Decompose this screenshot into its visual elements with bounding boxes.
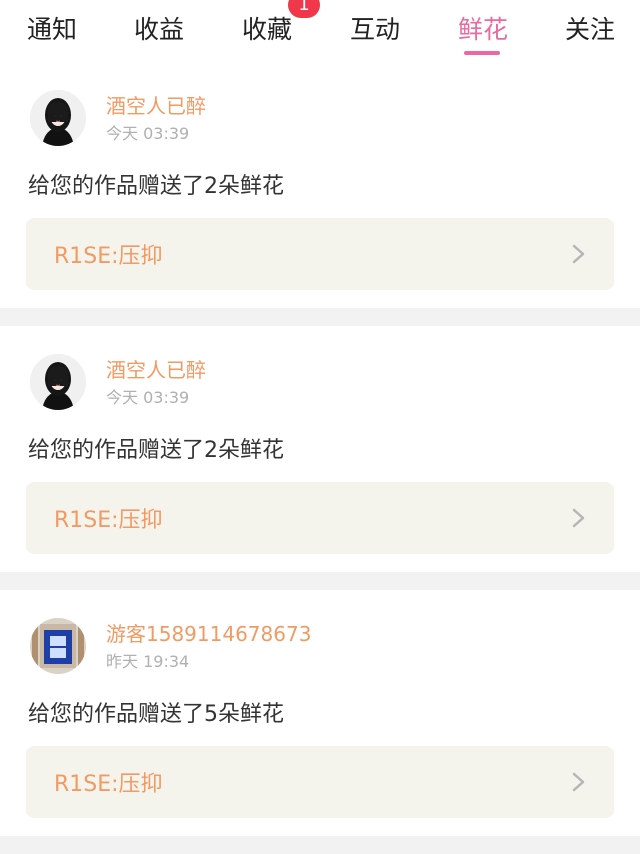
chevron-right-icon (572, 508, 585, 528)
tab-notice[interactable]: 通知 (7, 10, 97, 50)
tab-label: 收益 (133, 15, 184, 44)
avatar[interactable] (30, 618, 86, 674)
tab-label: 互动 (349, 15, 400, 44)
notification-card: 游客1589114678673 昨天 19:34 给您的作品赠送了5朵鲜花 R1… (0, 590, 640, 836)
work-title: R1SE:压抑 (54, 244, 163, 269)
work-title: R1SE:压抑 (54, 772, 163, 797)
avatar[interactable] (30, 90, 86, 146)
timestamp: 今天 03:39 (106, 124, 190, 143)
chevron-right-icon (572, 244, 585, 264)
timestamp: 昨天 19:34 (106, 652, 190, 671)
notification-card: 酒空人已醉 今天 03:39 给您的作品赠送了2朵鲜花 R1SE:压抑 (0, 326, 640, 572)
tab-label: 鲜花 (457, 15, 508, 44)
notification-message: 给您的作品赠送了2朵鲜花 (28, 174, 284, 199)
active-tab-underline (464, 51, 500, 55)
timestamp: 今天 03:39 (106, 388, 190, 407)
work-link[interactable]: R1SE:压抑 (26, 218, 614, 290)
tab-follow[interactable]: 关注 (545, 10, 635, 50)
tab-label: 关注 (564, 15, 615, 44)
tab-income[interactable]: 收益 (114, 10, 204, 50)
tab-flowers[interactable]: 鲜花 (438, 10, 528, 50)
work-link[interactable]: R1SE:压抑 (26, 482, 614, 554)
tab-label: 收藏 (241, 15, 292, 44)
user-avatar-image (30, 354, 86, 410)
tab-label: 通知 (26, 15, 77, 44)
avatar[interactable] (30, 354, 86, 410)
user-name[interactable]: 酒空人已醉 (106, 90, 206, 119)
user-name[interactable]: 酒空人已醉 (106, 354, 206, 383)
notification-message: 给您的作品赠送了2朵鲜花 (28, 438, 284, 463)
user-name[interactable]: 游客1589114678673 (106, 618, 311, 647)
notification-card: 酒空人已醉 今天 03:39 给您的作品赠送了2朵鲜花 R1SE:压抑 (0, 62, 640, 308)
user-avatar-image (30, 90, 86, 146)
chevron-right-icon (572, 772, 585, 792)
notification-message: 给您的作品赠送了5朵鲜花 (28, 702, 284, 727)
work-title: R1SE:压抑 (54, 508, 163, 533)
top-tabs: 通知 收益 收藏 1 互动 鲜花 关注 (0, 0, 640, 62)
user-avatar-image (30, 618, 86, 674)
work-link[interactable]: R1SE:压抑 (26, 746, 614, 818)
favorites-badge: 1 (288, 0, 320, 18)
tab-interaction[interactable]: 互动 (330, 10, 420, 50)
